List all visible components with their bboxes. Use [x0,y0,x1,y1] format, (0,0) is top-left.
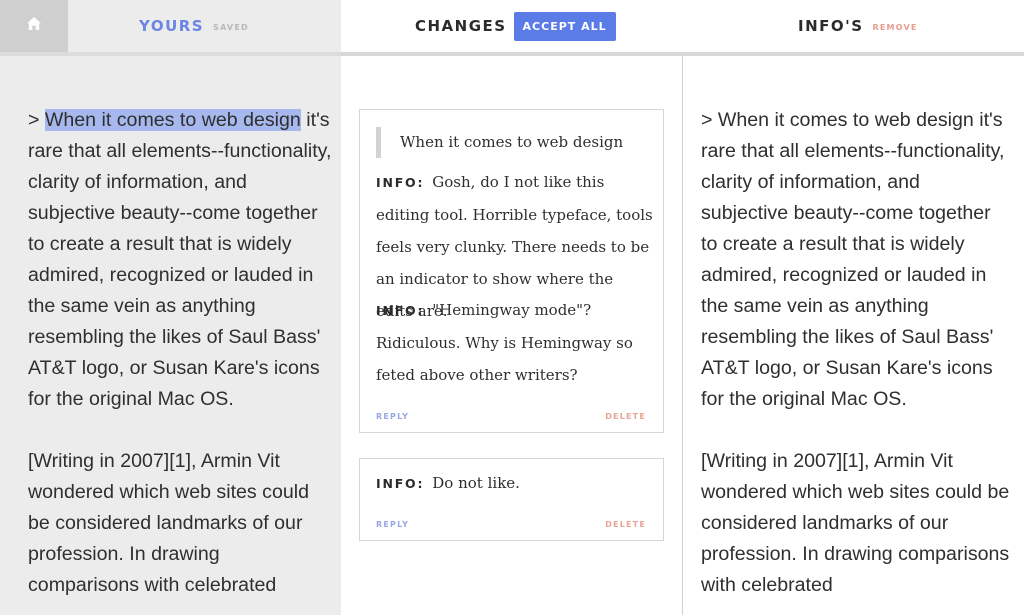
infos-header: INFO'S REMOVE [798,0,918,52]
comment-label: INFO: [376,303,425,318]
infos-paragraph-2: [Writing in 2007][1], Armin Vit wondered… [701,450,1010,596]
reply-button[interactable]: REPLY [376,412,409,421]
yours-title: YOURS [139,17,205,35]
top-bar: YOURS SAVED CHANGES ACCEPT ALL INFO'S RE… [0,0,1024,52]
reply-button[interactable]: REPLY [376,520,409,529]
changes-header: CHANGES ACCEPT ALL [415,0,616,52]
card-actions: REPLY DELETE [376,517,646,531]
yours-header: YOURS SAVED [139,0,249,52]
infos-column: > When it comes to web design it's rare … [682,56,1024,615]
yours-paragraph-1-rest: it's rare that all elements--functionali… [28,109,332,410]
remove-button[interactable]: REMOVE [873,23,918,32]
comment: INFO: "Hemingway mode"? Ridiculous. Why i… [376,294,654,391]
comment-label: INFO: [376,175,425,190]
yours-editor[interactable]: > When it comes to web design it's rare … [28,105,333,615]
saved-status: SAVED [213,23,249,32]
delete-button[interactable]: DELETE [605,412,646,421]
yours-column: > When it comes to web design it's rare … [0,56,341,615]
comment-card: When it comes to web design INFO: Gosh, d… [359,109,664,433]
infos-title: INFO'S [798,17,864,35]
highlighted-selection[interactable]: When it comes to web design [44,109,301,131]
home-button[interactable] [0,0,68,52]
quote-marker: > [28,109,45,131]
infos-document: > When it comes to web design it's rare … [701,105,1011,615]
accept-all-button[interactable]: ACCEPT ALL [513,11,616,41]
yours-paragraph-1[interactable]: > When it comes to web design it's rare … [28,105,333,415]
comment-label: INFO: [376,476,425,491]
comment-text: Do not like. [432,474,520,492]
yours-paragraph-2[interactable]: [Writing in 2007][1], Armin Vit wondered… [28,446,333,601]
delete-button[interactable]: DELETE [605,520,646,529]
comment: INFO: Do not like. [376,467,654,500]
quoted-text: When it comes to web design [376,127,623,158]
card-actions: REPLY DELETE [376,409,646,423]
home-icon [27,17,41,35]
comment-card: INFO: Do not like. REPLY DELETE [359,458,664,541]
changes-title: CHANGES [415,17,507,35]
infos-paragraph-1: > When it comes to web design it's rare … [701,109,1005,410]
